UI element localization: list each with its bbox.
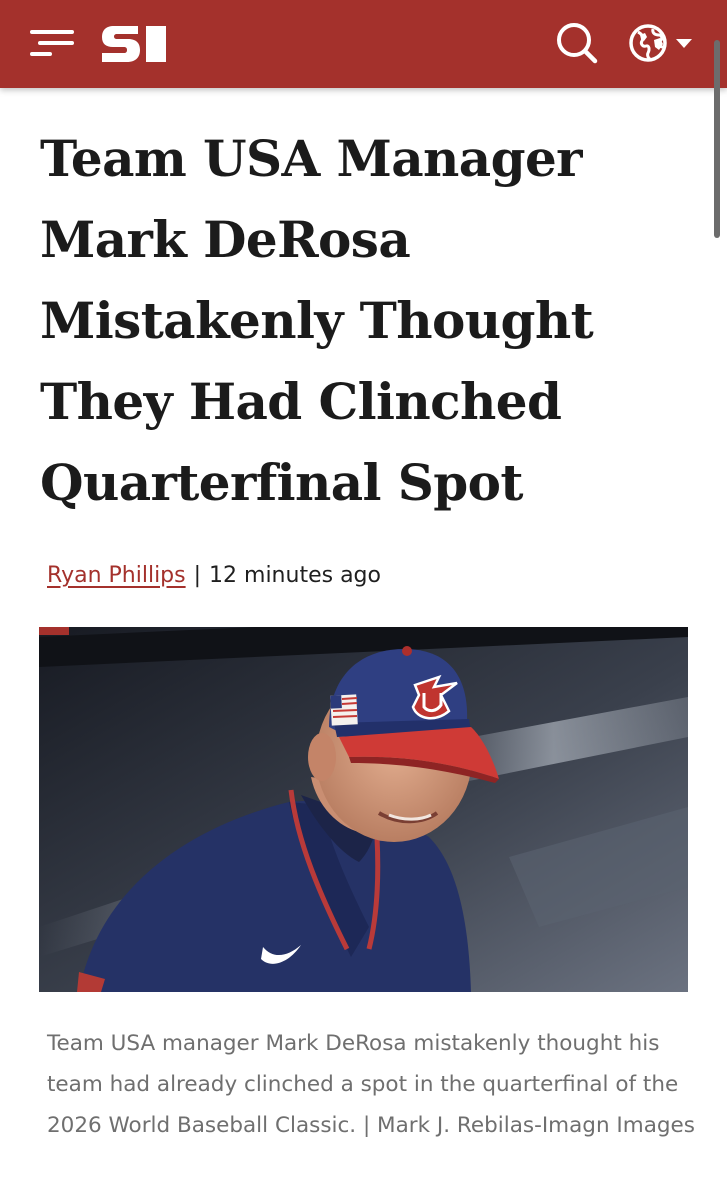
site-header [0,0,727,88]
si-logo-mark [102,26,166,62]
article-title: Team USA Manager Mark DeRosa Mistakenly … [40,129,594,512]
author-link[interactable]: Ryan Phillips [47,563,186,588]
byline-separator: | [193,563,202,588]
article-hero-image[interactable] [39,627,688,992]
si-logo[interactable] [100,20,170,66]
region-selector[interactable] [626,20,698,66]
article-timestamp: 12 minutes ago [209,563,381,588]
page-scrollbar[interactable] [714,40,720,238]
chevron-down-icon [676,39,692,48]
article-byline: Ryan Phillips | 12 minutes ago [47,560,381,592]
search-icon [557,23,598,64]
manager-photo [39,627,688,992]
search-button[interactable] [554,20,600,66]
globe-icon [629,24,667,62]
menu-button[interactable] [28,24,76,64]
hamburger-menu-icon [30,30,74,56]
image-caption: Team USA manager Mark DeRosa mistakenly … [47,1031,695,1138]
